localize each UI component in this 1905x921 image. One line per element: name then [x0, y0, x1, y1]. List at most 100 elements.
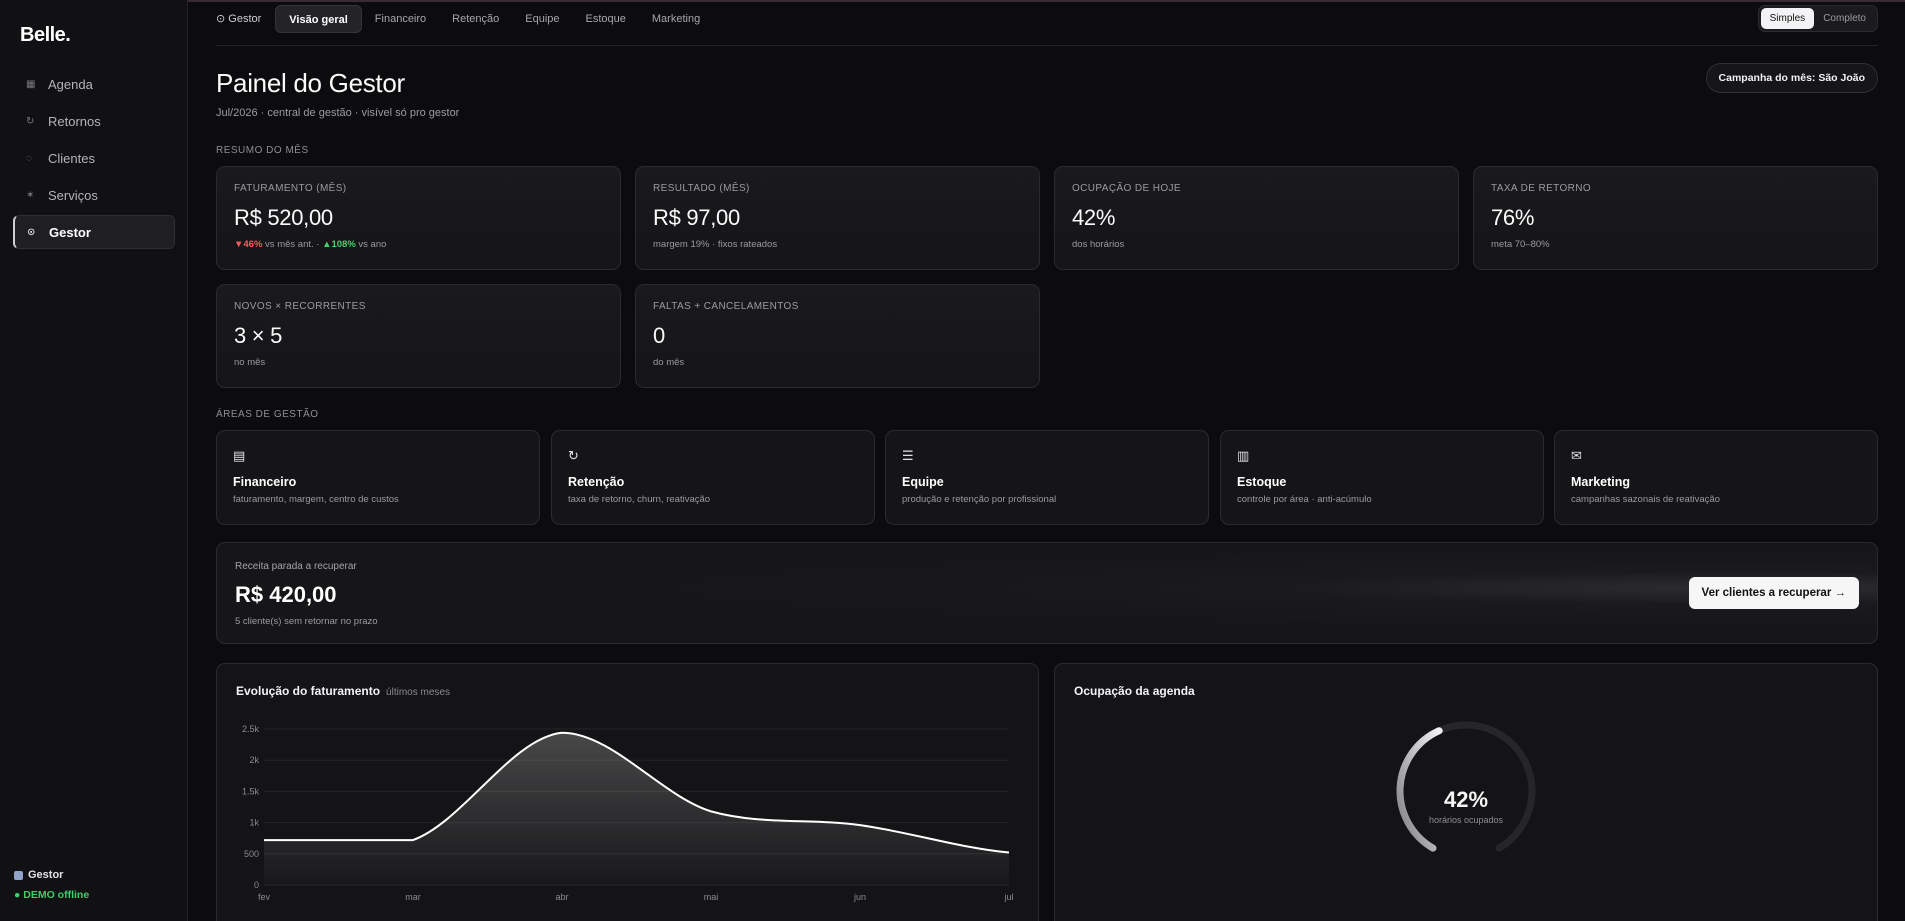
area-card-retencao[interactable]: ↻ Retenção taxa de retorno, churn, reati… [551, 430, 875, 525]
kpi-value: R$ 520,00 [234, 205, 333, 230]
x-tick-label: mai [704, 892, 719, 902]
kpi-value: 42% [1072, 205, 1116, 230]
current-user-name: Gestor [28, 869, 64, 881]
area-name: Retenção [568, 475, 625, 489]
refresh-icon: ↻ [26, 115, 35, 127]
kpi-label: OCUPAÇÃO DE HOJE [1072, 183, 1182, 194]
connection-status: ● DEMO offline [14, 889, 90, 901]
sidebar-item-gestor[interactable]: ⊙ Gestor [13, 215, 175, 249]
area-card-equipe[interactable]: ☰ Equipe produção e retenção por profiss… [885, 430, 1209, 525]
sidebar-item-servicos[interactable]: ✶ Serviços [13, 178, 175, 212]
kpi-label: TAXA DE RETORNO [1491, 183, 1592, 194]
list-icon: ☰ [902, 448, 914, 463]
trend-up-text: vs ano [355, 239, 387, 250]
sidebar-item-label: Clientes [48, 150, 95, 166]
tab-retencao[interactable]: Retenção [439, 5, 512, 33]
refresh-icon: ↻ [568, 448, 579, 463]
tab-marketing[interactable]: Marketing [639, 5, 713, 33]
area-desc: produção e retenção por profissional [902, 494, 1057, 505]
user-avatar-icon [14, 870, 23, 880]
y-tick-label: 1k [249, 818, 259, 828]
header-divider [216, 45, 1878, 46]
sidebar-item-label: Retornos [48, 113, 101, 129]
kpi-value: 0 [653, 323, 665, 348]
occupancy-title: Ocupação da agenda [1074, 684, 1195, 698]
area-name: Marketing [1571, 475, 1631, 489]
kpi-sub: no mês [234, 357, 266, 368]
x-axis-ticks: fev mar abr mai jun jul [258, 892, 1014, 902]
kpi-sub: meta 70–80% [1491, 239, 1550, 250]
sidebar-item-retornos[interactable]: ↻ Retornos [13, 104, 175, 138]
kpi-label: NOVOS × RECORRENTES [234, 301, 366, 312]
target-icon: ⊙ [27, 226, 36, 238]
revenue-area-fill [264, 732, 1009, 885]
trend-down-text: vs mês ant. · [262, 239, 323, 250]
sidebar-item-label: Agenda [48, 76, 93, 92]
area-card-financeiro[interactable]: ▤ Financeiro faturamento, margem, centro… [216, 430, 540, 525]
gauge-caption: horários ocupados [1429, 815, 1504, 825]
area-desc: controle por área · anti-acúmulo [1237, 494, 1372, 505]
tab-estoque[interactable]: Estoque [573, 5, 639, 33]
revenue-chart-title: Evolução do faturamento [236, 684, 381, 698]
area-desc: faturamento, margem, centro de custos [233, 494, 399, 505]
x-tick-label: jun [853, 892, 866, 902]
kpi-label: RESULTADO (MÊS) [653, 183, 750, 194]
tab-financeiro[interactable]: Financeiro [362, 5, 439, 33]
current-user: Gestor [14, 869, 89, 881]
area-name: Financeiro [233, 475, 297, 489]
summary-section-label: RESUMO DO MÊS [216, 145, 309, 156]
sidebar-item-agenda[interactable]: ▦ Agenda [13, 67, 175, 101]
tab-equipe[interactable]: Equipe [512, 5, 572, 33]
gauge-value: 42% [1444, 787, 1488, 812]
occupancy-gauge: 42% horários ocupados [1396, 721, 1536, 852]
user-icon: ◌ [26, 152, 32, 164]
y-tick-label: 2.5k [242, 724, 260, 734]
mode-simple-button[interactable]: Simples [1760, 8, 1815, 29]
view-clients-to-recover-button[interactable]: Ver clientes a recuperar → [1688, 577, 1859, 609]
view-mode-toggle: Simples Completo [1757, 5, 1878, 32]
sidebar-item-clientes[interactable]: ◌ Clientes [13, 141, 175, 175]
tab-gestor[interactable]: ⊙ Gestor [216, 5, 275, 33]
tab-visao-geral[interactable]: Visão geral [275, 5, 362, 33]
kpi-value: 3 × 5 [234, 323, 283, 348]
sidebar-nav: ▦ Agenda ↻ Retornos ◌ Clientes ✶ Serviço… [13, 67, 175, 252]
kpi-value: 76% [1491, 205, 1535, 230]
app-logo: Belle. [20, 24, 71, 46]
campaign-badge[interactable]: Campanha do mês: São João [1705, 63, 1878, 93]
area-card-estoque[interactable]: ▥ Estoque controle por área · anti-acúmu… [1220, 430, 1544, 525]
kpi-sub: dos horários [1072, 239, 1125, 250]
kpi-card-taxa-retorno: TAXA DE RETORNO 76% meta 70–80% [1473, 166, 1878, 270]
recover-value: R$ 420,00 [235, 582, 337, 607]
trend-up-value: ▲108% [322, 239, 356, 250]
kpi-card-faltas: FALTAS + CANCELAMENTOS 0 do mês [635, 284, 1040, 388]
x-tick-label: jul [1003, 892, 1013, 902]
trend-down-value: ▼46% [234, 239, 263, 250]
y-tick-label: 1.5k [242, 786, 260, 796]
tab-bar: ⊙ Gestor Visão geral Financeiro Retenção… [216, 5, 713, 33]
calendar-icon: ▦ [26, 78, 36, 90]
sidebar: Belle. ▦ Agenda ↻ Retornos ◌ Clientes ✶ … [0, 0, 188, 921]
x-tick-label: abr [555, 892, 568, 902]
mode-full-button[interactable]: Completo [1814, 8, 1875, 29]
top-accent-line [0, 0, 1905, 2]
revenue-chart: 0 500 1k 1.5k 2k 2.5k fev mar abr mai jun jul [242, 724, 1014, 902]
kpi-value: R$ 97,00 [653, 205, 740, 230]
area-name: Estoque [1237, 475, 1287, 489]
y-tick-label: 2k [249, 755, 259, 765]
kpi-card-ocupacao: OCUPAÇÃO DE HOJE 42% dos horários [1054, 166, 1459, 270]
area-card-marketing[interactable]: ✉ Marketing campanhas sazonais de reativ… [1554, 430, 1878, 525]
page-subtitle: Jul/2026 · central de gestão · visível s… [216, 107, 460, 119]
occupancy-panel: Ocupação da agenda 42% horários ocupados [1054, 663, 1878, 921]
kpi-card-resultado: RESULTADO (MÊS) R$ 97,00 margem 19% · fi… [635, 166, 1040, 270]
x-tick-label: mar [405, 892, 421, 902]
mail-icon: ✉ [1571, 448, 1582, 463]
areas-section-label: ÁREAS DE GESTÃO [216, 409, 319, 420]
revenue-chart-title-row: Evolução do faturamento últimos meses [236, 684, 450, 698]
x-tick-label: fev [258, 892, 271, 902]
y-tick-label: 0 [254, 880, 259, 890]
sidebar-item-label: Serviços [48, 187, 98, 203]
page-title: Painel do Gestor [216, 68, 405, 98]
sidebar-item-label: Gestor [49, 224, 91, 240]
kpi-label: FATURAMENTO (MÊS) [234, 183, 347, 194]
area-desc: taxa de retorno, churn, reativação [568, 494, 711, 505]
